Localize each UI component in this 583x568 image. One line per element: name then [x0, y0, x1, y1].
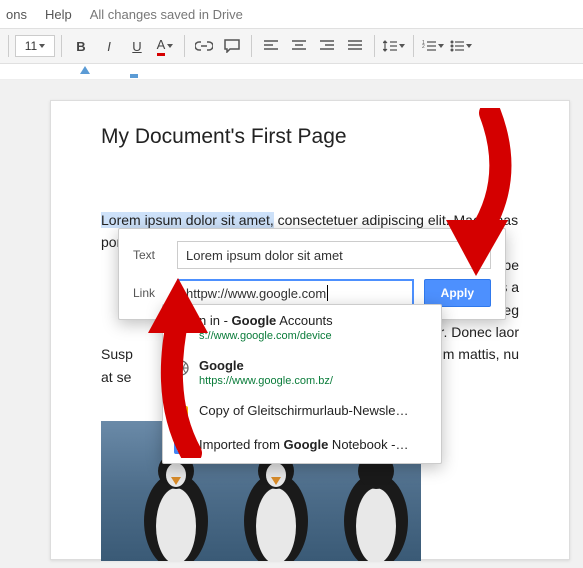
save-status: All changes saved in Drive	[90, 7, 243, 22]
separator	[61, 35, 62, 57]
text-field-label: Text	[133, 248, 177, 262]
link-text-input[interactable]	[177, 241, 491, 269]
body-text-line: Susp	[101, 343, 133, 365]
align-right-button[interactable]	[314, 33, 340, 59]
align-justify-button[interactable]	[342, 33, 368, 59]
bold-button[interactable]: B	[68, 33, 94, 59]
body-text-line: or. Donec laor	[432, 324, 519, 340]
line-spacing-button[interactable]	[381, 33, 407, 59]
ruler[interactable]	[0, 64, 583, 80]
caret-icon	[438, 44, 444, 48]
indent-marker[interactable]	[80, 66, 90, 74]
caret-icon	[466, 44, 472, 48]
caret-icon	[167, 44, 173, 48]
svg-text:2: 2	[422, 44, 425, 50]
docs-icon	[173, 439, 189, 455]
body-text-line: at se	[101, 369, 131, 385]
link-suggestions-dropdown: n in - Google Accountss://www.google.com…	[162, 304, 442, 464]
globe-icon	[173, 315, 189, 331]
text-cursor	[327, 285, 328, 301]
text-color-button[interactable]: A	[152, 33, 178, 59]
suggestion-url: s://www.google.com/device	[199, 330, 333, 342]
separator	[413, 35, 414, 57]
numbered-list-button[interactable]: 12	[420, 33, 446, 59]
caret-icon	[39, 44, 45, 48]
bulleted-list-button[interactable]	[448, 33, 474, 59]
separator	[374, 35, 375, 57]
suggestion-item[interactable]: Googlehttps://www.google.com.bz/	[163, 350, 441, 395]
menu-addons[interactable]: ons	[6, 7, 27, 22]
suggestion-title: Google	[199, 358, 333, 375]
link-url-input[interactable]: httpw://www.google.com	[177, 279, 414, 307]
caret-icon	[399, 44, 405, 48]
suggestion-item[interactable]: n in - Google Accountss://www.google.com…	[163, 305, 441, 350]
tab-marker[interactable]	[130, 74, 138, 78]
separator	[184, 35, 185, 57]
suggestion-title: Imported from Google Notebook -…	[199, 437, 409, 454]
insert-link-button[interactable]	[191, 33, 217, 59]
align-center-button[interactable]	[286, 33, 312, 59]
suggestion-url: https://www.google.com.bz/	[199, 375, 333, 387]
suggestion-title: Copy of Gleitschirmurlaub-Newsle…	[199, 403, 409, 420]
suggestion-item[interactable]: Copy of Gleitschirmurlaub-Newsle…	[163, 395, 441, 429]
globe-icon	[173, 360, 189, 376]
separator	[8, 35, 9, 57]
italic-button[interactable]: I	[96, 33, 122, 59]
suggestion-item[interactable]: Imported from Google Notebook -…	[163, 429, 441, 463]
align-left-button[interactable]	[258, 33, 284, 59]
toolbar: 11 B I U A 12	[0, 28, 583, 64]
insert-comment-button[interactable]	[219, 33, 245, 59]
selected-text: Lorem ipsum dolor sit amet,	[101, 212, 274, 228]
fontsize-value: 11	[25, 39, 37, 53]
slides-icon	[173, 405, 189, 421]
separator	[251, 35, 252, 57]
link-url-value: httpw://www.google.com	[186, 286, 326, 301]
fontsize-select[interactable]: 11	[15, 35, 55, 57]
underline-button[interactable]: U	[124, 33, 150, 59]
link-field-label: Link	[133, 286, 177, 300]
document-title[interactable]: My Document's First Page	[101, 125, 519, 149]
suggestion-title: n in - Google Accounts	[199, 313, 333, 330]
menu-bar: ons Help All changes saved in Drive	[0, 0, 583, 28]
menu-help[interactable]: Help	[45, 7, 72, 22]
apply-button[interactable]: Apply	[424, 279, 491, 307]
